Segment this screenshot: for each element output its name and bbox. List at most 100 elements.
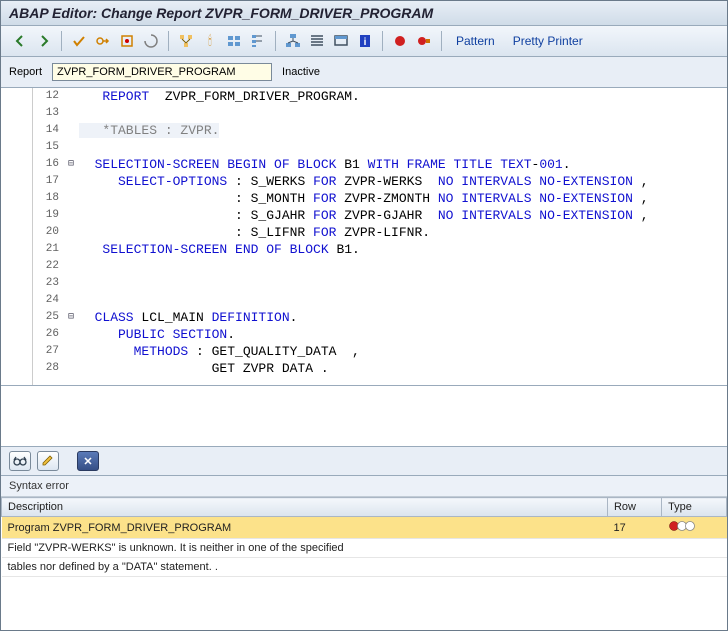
line-number: 27 xyxy=(33,343,63,360)
code-text: : S_GJAHR FOR ZVPR-GJAHR NO INTERVALS NO… xyxy=(79,207,649,224)
line-number: 18 xyxy=(33,190,63,207)
line-number: 17 xyxy=(33,173,63,190)
fold-marker xyxy=(63,292,79,309)
check-icon[interactable] xyxy=(68,30,90,52)
screen-icon[interactable] xyxy=(330,30,352,52)
activate-icon[interactable] xyxy=(116,30,138,52)
code-line[interactable]: 21 SELECTION-SCREEN END OF BLOCK B1. xyxy=(33,241,727,258)
object-list-icon[interactable] xyxy=(223,30,245,52)
activate-swirl-icon[interactable] xyxy=(140,30,162,52)
col-row[interactable]: Row xyxy=(607,498,661,517)
line-number: 20 xyxy=(33,224,63,241)
tree-icon[interactable] xyxy=(282,30,304,52)
svg-text:i: i xyxy=(364,37,367,48)
error-panel-toolbar: ✕ xyxy=(1,446,727,476)
code-text: GET ZVPR DATA . xyxy=(79,360,329,377)
fold-marker[interactable]: ⊟ xyxy=(63,156,79,173)
line-number: 13 xyxy=(33,105,63,122)
fold-marker xyxy=(63,207,79,224)
code-line[interactable]: 12 REPORT ZVPR_FORM_DRIVER_PROGRAM. xyxy=(33,88,727,105)
code-text: : S_LIFNR FOR ZVPR-LIFNR. xyxy=(79,224,430,241)
fold-marker xyxy=(63,190,79,207)
code-text: PUBLIC SECTION. xyxy=(79,326,235,343)
code-line[interactable]: 28 GET ZVPR DATA . xyxy=(33,360,727,377)
line-number: 16 xyxy=(33,156,63,173)
code-text: CLASS LCL_MAIN DEFINITION. xyxy=(79,309,297,326)
fold-marker xyxy=(63,343,79,360)
fold-marker xyxy=(63,122,79,139)
fold-marker xyxy=(63,105,79,122)
fold-gutter xyxy=(1,88,33,385)
line-number: 25 xyxy=(33,309,63,326)
code-editor[interactable]: 12 REPORT ZVPR_FORM_DRIVER_PROGRAM.1314 … xyxy=(1,88,727,386)
line-number: 28 xyxy=(33,360,63,377)
code-line[interactable]: 19 : S_GJAHR FOR ZVPR-GJAHR NO INTERVALS… xyxy=(33,207,727,224)
report-name-input[interactable] xyxy=(52,63,272,81)
fold-marker xyxy=(63,241,79,258)
error-type-icon xyxy=(668,520,690,532)
col-description[interactable]: Description xyxy=(2,498,608,517)
breakpoint-icon[interactable] xyxy=(389,30,411,52)
fold-marker xyxy=(63,360,79,377)
code-text: : S_MONTH FOR ZVPR-ZMONTH NO INTERVALS N… xyxy=(79,190,649,207)
code-line[interactable]: 27 METHODS : GET_QUALITY_DATA , xyxy=(33,343,727,360)
code-text: SELECTION-SCREEN END OF BLOCK B1. xyxy=(79,241,360,258)
line-number: 21 xyxy=(33,241,63,258)
line-number: 22 xyxy=(33,258,63,275)
error-row[interactable]: Program ZVPR_FORM_DRIVER_PROGRAM 17 xyxy=(2,517,727,539)
line-number: 14 xyxy=(33,122,63,139)
list-icon[interactable] xyxy=(306,30,328,52)
breakpoint-ext-icon[interactable] xyxy=(413,30,435,52)
code-line[interactable]: 24 xyxy=(33,292,727,309)
report-label: Report xyxy=(9,66,42,78)
back-icon[interactable] xyxy=(9,30,31,52)
fold-marker xyxy=(63,224,79,241)
code-line[interactable]: 22 xyxy=(33,258,727,275)
code-text: SELECT-OPTIONS : S_WERKS FOR ZVPR-WERKS … xyxy=(79,173,649,190)
code-line[interactable]: 20 : S_LIFNR FOR ZVPR-LIFNR. xyxy=(33,224,727,241)
line-number: 12 xyxy=(33,88,63,105)
main-toolbar: 🕯 i Pattern Pretty Printer xyxy=(1,26,727,57)
window-title: ABAP Editor: Change Report ZVPR_FORM_DRI… xyxy=(1,1,727,26)
candle-icon[interactable]: 🕯 xyxy=(199,30,221,52)
code-text: METHODS : GET_QUALITY_DATA , xyxy=(79,343,360,360)
code-text: SELECTION-SCREEN BEGIN OF BLOCK B1 WITH … xyxy=(79,156,571,173)
where-used-icon[interactable] xyxy=(175,30,197,52)
code-line[interactable]: 26 PUBLIC SECTION. xyxy=(33,326,727,343)
pencil-icon[interactable] xyxy=(37,451,59,471)
line-number: 15 xyxy=(33,139,63,156)
fold-marker xyxy=(63,275,79,292)
close-panel-icon[interactable]: ✕ xyxy=(77,451,99,471)
code-text: REPORT ZVPR_FORM_DRIVER_PROGRAM. xyxy=(79,88,360,105)
glasses-icon[interactable] xyxy=(9,451,31,471)
display-toggle-icon[interactable] xyxy=(92,30,114,52)
forward-icon[interactable] xyxy=(33,30,55,52)
error-table: Description Row Type Program ZVPR_FORM_D… xyxy=(1,497,727,577)
code-line[interactable]: 25⊟ CLASS LCL_MAIN DEFINITION. xyxy=(33,309,727,326)
hierarchy-icon[interactable] xyxy=(247,30,269,52)
error-row[interactable]: tables nor defined by a "DATA" statement… xyxy=(2,558,727,577)
pretty-printer-link[interactable]: Pretty Printer xyxy=(505,34,591,48)
fold-marker xyxy=(63,173,79,190)
fold-marker[interactable]: ⊟ xyxy=(63,309,79,326)
code-line[interactable]: 18 : S_MONTH FOR ZVPR-ZMONTH NO INTERVAL… xyxy=(33,190,727,207)
error-caption: Syntax error xyxy=(1,476,727,497)
fold-marker xyxy=(63,326,79,343)
code-text: *TABLES : ZVPR. xyxy=(79,122,219,139)
fold-marker xyxy=(63,139,79,156)
line-number: 26 xyxy=(33,326,63,343)
fold-marker xyxy=(63,258,79,275)
error-row[interactable]: Field "ZVPR-WERKS" is unknown. It is nei… xyxy=(2,539,727,558)
report-status: Inactive xyxy=(282,66,320,78)
line-number: 19 xyxy=(33,207,63,224)
pattern-link[interactable]: Pattern xyxy=(448,34,503,48)
info-icon[interactable]: i xyxy=(354,30,376,52)
code-line[interactable]: 13 xyxy=(33,105,727,122)
line-number: 23 xyxy=(33,275,63,292)
col-type[interactable]: Type xyxy=(662,498,727,517)
code-line[interactable]: 16⊟ SELECTION-SCREEN BEGIN OF BLOCK B1 W… xyxy=(33,156,727,173)
code-line[interactable]: 15 xyxy=(33,139,727,156)
code-line[interactable]: 23 xyxy=(33,275,727,292)
code-line[interactable]: 14 *TABLES : ZVPR. xyxy=(33,122,727,139)
code-line[interactable]: 17 SELECT-OPTIONS : S_WERKS FOR ZVPR-WER… xyxy=(33,173,727,190)
